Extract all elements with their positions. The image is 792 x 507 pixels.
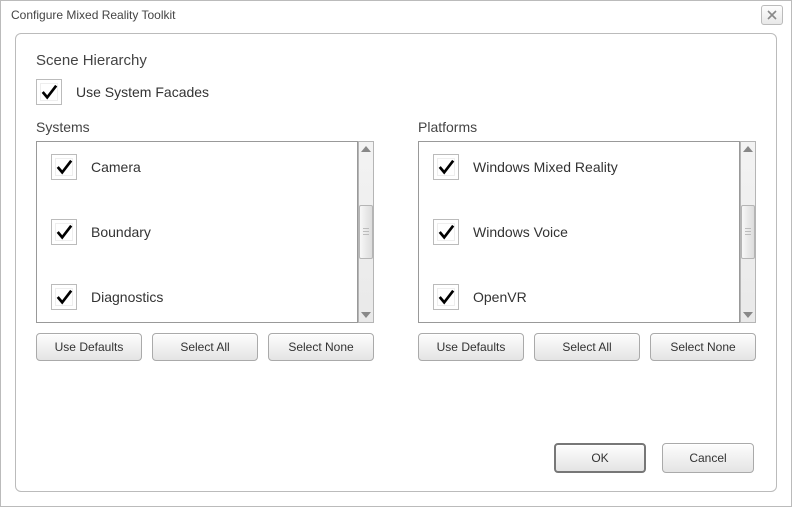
list-item: Camera [51,154,343,180]
platforms-listbox-wrap: Windows Mixed Reality Windows Voice [418,141,756,323]
systems-button-row: Use Defaults Select All Select None [36,333,374,361]
platforms-scrollbar[interactable] [740,141,756,323]
systems-item-boundary-label: Boundary [91,224,151,240]
ok-button[interactable]: OK [554,443,646,473]
systems-column: Systems Camera Boun [36,119,374,361]
dialog-window: Configure Mixed Reality Toolkit Scene Hi… [0,0,792,507]
close-icon [767,10,777,20]
systems-item-camera-checkbox[interactable] [51,154,77,180]
list-item: Boundary [51,219,343,245]
systems-item-diagnostics-label: Diagnostics [91,289,163,305]
platforms-item-openvr-label: OpenVR [473,289,527,305]
scene-heading: Scene Hierarchy [36,52,756,69]
titlebar: Configure Mixed Reality Toolkit [1,1,791,29]
chevron-down-icon [361,312,371,318]
dialog-footer: OK Cancel [554,443,754,473]
facades-checkbox[interactable] [36,79,62,105]
systems-select-all-button[interactable]: Select All [152,333,258,361]
close-button[interactable] [761,5,783,25]
platforms-use-defaults-button[interactable]: Use Defaults [418,333,524,361]
systems-scrollbar[interactable] [358,141,374,323]
platforms-item-voice-label: Windows Voice [473,224,568,240]
systems-select-none-button[interactable]: Select None [268,333,374,361]
check-icon [40,83,58,101]
systems-item-camera-label: Camera [91,159,141,175]
systems-listbox: Camera Boundary Diagnostic [36,141,358,323]
check-icon [55,288,73,306]
platforms-select-none-button[interactable]: Select None [650,333,756,361]
platforms-item-openvr-checkbox[interactable] [433,284,459,310]
scroll-thumb[interactable] [359,205,373,259]
cancel-button[interactable]: Cancel [662,443,754,473]
platforms-item-wmr-label: Windows Mixed Reality [473,159,618,175]
chevron-down-icon [743,312,753,318]
facades-label: Use System Facades [76,84,209,100]
chevron-up-icon [743,146,753,152]
list-item: Diagnostics [51,284,343,310]
platforms-column: Platforms Windows Mixed Reality [418,119,756,361]
scroll-thumb[interactable] [741,205,755,259]
systems-heading: Systems [36,119,374,135]
columns: Systems Camera Boun [36,119,756,361]
chevron-up-icon [361,146,371,152]
systems-listbox-wrap: Camera Boundary Diagnostic [36,141,374,323]
systems-item-boundary-checkbox[interactable] [51,219,77,245]
systems-use-defaults-button[interactable]: Use Defaults [36,333,142,361]
facades-row: Use System Facades [36,79,756,105]
systems-item-diagnostics-checkbox[interactable] [51,284,77,310]
check-icon [437,158,455,176]
content-panel: Scene Hierarchy Use System Facades Syste… [15,33,777,492]
platforms-heading: Platforms [418,119,756,135]
platforms-button-row: Use Defaults Select All Select None [418,333,756,361]
list-item: Windows Voice [433,219,725,245]
platforms-item-wmr-checkbox[interactable] [433,154,459,180]
list-item: Windows Mixed Reality [433,154,725,180]
platforms-item-voice-checkbox[interactable] [433,219,459,245]
check-icon [55,158,73,176]
platforms-select-all-button[interactable]: Select All [534,333,640,361]
window-title: Configure Mixed Reality Toolkit [11,8,176,22]
list-item: OpenVR [433,284,725,310]
check-icon [55,223,73,241]
check-icon [437,288,455,306]
platforms-listbox: Windows Mixed Reality Windows Voice [418,141,740,323]
check-icon [437,223,455,241]
